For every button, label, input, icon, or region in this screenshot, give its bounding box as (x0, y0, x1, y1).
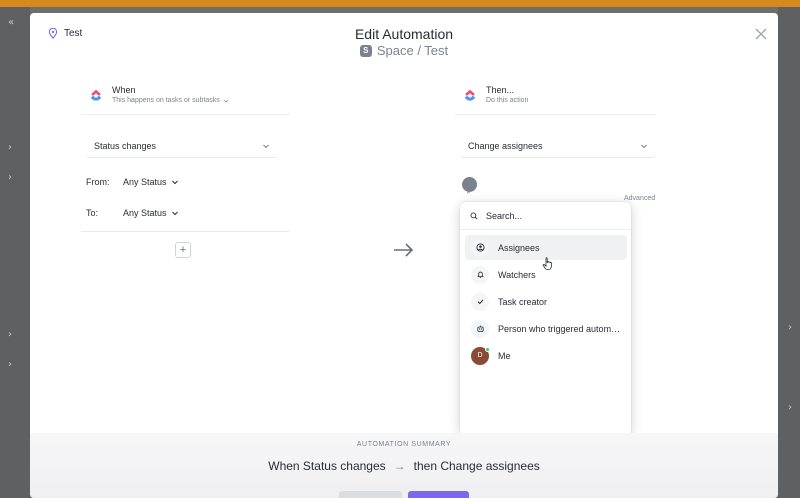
space-badge: S (359, 44, 372, 57)
assignee-avatar-initial: P (467, 190, 472, 196)
dropdown-item-label: Me (498, 350, 511, 361)
dropdown-item-label: Watchers (498, 269, 536, 280)
chevron-down-icon (171, 180, 178, 185)
modal-header: Edit Automation S Space / Test (30, 26, 778, 58)
dropdown-item-label: Assignees (498, 242, 540, 253)
collapse-icon: « (8, 17, 15, 28)
advanced-link[interactable]: Advanced (624, 195, 655, 202)
chevron-down-icon (223, 99, 228, 103)
clickup-logo-icon (90, 89, 102, 101)
chevron-down-icon: › (8, 172, 12, 183)
dropdown-search (460, 202, 631, 230)
summary-trigger: When Status changes (268, 459, 386, 473)
search-input[interactable] (486, 210, 606, 221)
chevron-right-icon: › (8, 359, 12, 370)
action-header[interactable]: Then... Do this action (455, 75, 656, 115)
save-button[interactable] (408, 491, 469, 498)
chevron-right-icon: › (8, 142, 12, 153)
trigger-header[interactable]: When This happens on tasks or subtasks (81, 75, 290, 115)
trigger-subtitle: This happens on tasks or subtasks (112, 97, 229, 104)
chevron-down-icon (263, 144, 269, 148)
trigger-select[interactable]: Status changes (86, 134, 278, 158)
space-path: Space / Test (376, 43, 449, 58)
summary-label: AUTOMATION SUMMARY (356, 441, 452, 448)
action-subtitle: Do this action (486, 97, 529, 104)
bell-icon-wrap (471, 265, 489, 284)
dropdown-item-label: Task creator (498, 296, 548, 307)
from-label: From: (86, 177, 110, 187)
online-status-dot (485, 346, 490, 352)
more-icon: › (788, 402, 792, 413)
trigger-subtitle-text: This happens on tasks or subtasks (112, 97, 220, 104)
modal-title: Edit Automation (354, 26, 454, 42)
summary-text: When Status changes → then Change assign… (30, 459, 778, 473)
cancel-button[interactable] (339, 491, 402, 498)
edit-automation-modal: Test Edit Automation S Space / Test When… (30, 13, 778, 498)
dropdown-item-label: Person who triggered automat... (498, 323, 622, 334)
hand-pointer-icon (542, 257, 553, 270)
assignees-icon-wrap (471, 238, 489, 257)
robot-icon-wrap (471, 319, 489, 338)
user-avatar-initial: D (477, 352, 483, 359)
assignees-icon (475, 243, 485, 252)
trigger-divider (81, 231, 290, 232)
check-icon-wrap (471, 292, 489, 311)
check-icon (477, 299, 483, 305)
app-top-bar (0, 0, 800, 7)
arrow-right-icon (394, 243, 414, 257)
dropdown-item-person-triggered[interactable]: Person who triggered automat... (465, 316, 627, 341)
to-status-select[interactable]: Any Status (123, 208, 179, 218)
from-status-value: Any Status (123, 177, 167, 187)
close-icon[interactable] (754, 27, 768, 41)
to-label: To: (86, 208, 99, 218)
add-condition-button[interactable]: + (175, 242, 191, 258)
chevron-right-icon: › (8, 329, 12, 340)
search-icon (470, 212, 478, 220)
dropdown-item-task-creator[interactable]: Task creator (465, 289, 627, 314)
robot-icon (476, 325, 484, 332)
action-title: Then... (486, 85, 515, 95)
bell-icon (476, 271, 484, 278)
action-select-value: Change assignees (468, 140, 543, 151)
action-select[interactable]: Change assignees (460, 134, 656, 158)
background-content: › › (778, 7, 800, 498)
to-status-value: Any Status (123, 208, 167, 218)
chevron-down-icon (641, 144, 647, 148)
clickup-logo-icon (464, 89, 476, 101)
dropdown-item-me[interactable]: D Me (465, 343, 627, 368)
assignee-dropdown: Assignees Watchers Task creator Person w… (460, 202, 631, 436)
summary-action: then Change assignees (413, 459, 540, 473)
trigger-panel: When This happens on tasks or subtasks (81, 75, 290, 115)
chevron-down-icon (171, 211, 178, 216)
trigger-select-value: Status changes (94, 140, 157, 151)
action-panel: Then... Do this action (455, 75, 656, 115)
background-sidebar: « › › › › (0, 7, 30, 498)
space-breadcrumb: S Space / Test (30, 43, 778, 58)
summary-arrow: → (393, 459, 406, 473)
trigger-title: When (112, 85, 136, 95)
from-status-select[interactable]: Any Status (123, 177, 179, 187)
more-icon: › (788, 322, 792, 333)
user-avatar: D (471, 346, 490, 365)
